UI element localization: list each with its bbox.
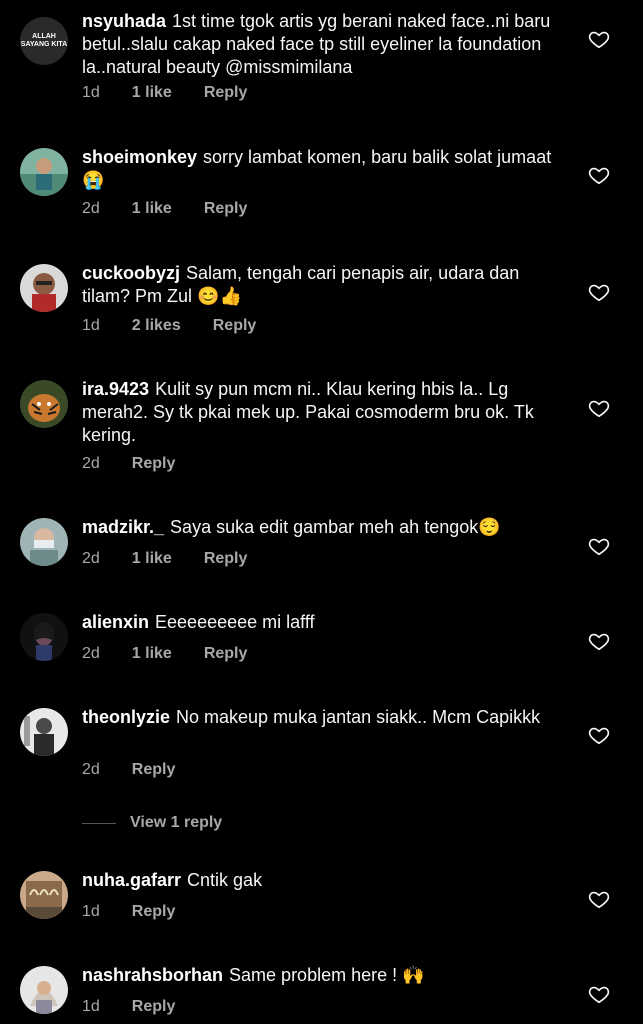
comment-body: nuha.gafarr Cntik gak (82, 869, 562, 892)
timestamp: 1d (82, 317, 100, 334)
like-count[interactable]: 1 like (132, 200, 172, 218)
reply-button[interactable]: Reply (132, 903, 176, 921)
comment-body: nashrahsborhan Same problem here ! 🙌 (82, 964, 562, 987)
reply-button[interactable]: Reply (132, 761, 176, 779)
timestamp: 1d (82, 903, 100, 920)
mention-link[interactable]: @missmimilana (225, 57, 352, 77)
like-count[interactable]: 1 like (132, 84, 172, 102)
comment-text: Cntik gak (187, 870, 263, 890)
avatar[interactable] (20, 380, 68, 428)
emoji: 😭 (82, 170, 105, 190)
username[interactable]: alienxin (82, 612, 149, 632)
avatar-text: ALLAH SAYANG KITA (20, 17, 68, 65)
divider (82, 822, 116, 824)
heart-icon[interactable] (588, 397, 610, 419)
timestamp: 2d (82, 761, 100, 778)
heart-icon[interactable] (588, 630, 610, 652)
emoji: 😌 (478, 517, 501, 537)
heart-icon[interactable] (588, 888, 610, 910)
avatar[interactable] (20, 708, 68, 756)
reply-button[interactable]: Reply (204, 645, 248, 663)
comment-meta: 2d Reply (82, 761, 207, 779)
username[interactable]: shoeimonkey (82, 147, 197, 167)
comment-meta: 2d 1 like Reply (82, 645, 279, 663)
view-replies-label: View 1 reply (130, 814, 223, 831)
comment-body: cuckoobyzj Salam, tengah cari penapis air… (82, 262, 562, 308)
comment-meta: 1d Reply (82, 998, 207, 1016)
comment-body: alienxin Eeeeeeeeee mi lafff (82, 611, 562, 634)
reply-button[interactable]: Reply (132, 455, 176, 473)
like-count[interactable]: 1 like (132, 550, 172, 568)
timestamp: 2d (82, 455, 100, 472)
username[interactable]: nsyuhada (82, 11, 166, 31)
comment-text: Kulit sy pun mcm ni.. Klau kering hbis l… (82, 379, 534, 445)
avatar[interactable] (20, 148, 68, 196)
avatar[interactable] (20, 613, 68, 661)
comment-body: madzikr._ Saya suka edit gambar meh ah te… (82, 516, 562, 539)
emoji: 😊👍 (197, 286, 242, 306)
timestamp: 2d (82, 200, 100, 217)
comment-body: shoeimonkey sorry lambat komen, baru bali… (82, 146, 562, 192)
comment-text: No makeup muka jantan siakk.. Mcm Capikk… (176, 707, 541, 727)
emoji: 🙌 (402, 965, 425, 985)
reply-button[interactable]: Reply (204, 550, 248, 568)
timestamp: 2d (82, 645, 100, 662)
avatar[interactable] (20, 518, 68, 566)
comment-text: Eeeeeeeeee mi lafff (155, 612, 315, 632)
avatar[interactable] (20, 966, 68, 1014)
heart-icon[interactable] (588, 28, 610, 50)
avatar[interactable]: ALLAH SAYANG KITA (20, 17, 68, 65)
like-count[interactable]: 1 like (132, 645, 172, 663)
comment-meta: 2d 1 like Reply (82, 550, 279, 568)
username[interactable]: madzikr._ (82, 517, 164, 537)
reply-button[interactable]: Reply (132, 998, 176, 1016)
reply-button[interactable]: Reply (204, 84, 248, 102)
comment-body: theonlyzie No makeup muka jantan siakk.. … (82, 706, 562, 729)
username[interactable]: nashrahsborhan (82, 965, 223, 985)
comment-meta: 2d Reply (82, 455, 207, 473)
username[interactable]: nuha.gafarr (82, 870, 181, 890)
username[interactable]: ira.9423 (82, 379, 149, 399)
like-count[interactable]: 2 likes (132, 317, 181, 335)
comment-meta: 1d Reply (82, 903, 207, 921)
timestamp: 1d (82, 84, 100, 101)
username[interactable]: theonlyzie (82, 707, 170, 727)
username[interactable]: cuckoobyzj (82, 263, 180, 283)
heart-icon[interactable] (588, 535, 610, 557)
view-replies-button[interactable]: View 1 reply (82, 814, 222, 832)
heart-icon[interactable] (588, 724, 610, 746)
avatar[interactable] (20, 871, 68, 919)
comment-text: Same problem here ! (229, 965, 403, 985)
heart-icon[interactable] (588, 983, 610, 1005)
reply-button[interactable]: Reply (213, 317, 257, 335)
comment-text: sorry lambat komen, baru balik solat jum… (203, 147, 552, 167)
comment-meta: 1d 2 likes Reply (82, 317, 288, 335)
comment-text: Saya suka edit gambar meh ah tengok (170, 517, 479, 537)
comment-body: ira.9423 Kulit sy pun mcm ni.. Klau kerin… (82, 378, 562, 447)
comment-meta: 2d 1 like Reply (82, 200, 279, 218)
comment-body: nsyuhada 1st time tgok artis yg berani na… (82, 10, 562, 79)
timestamp: 2d (82, 550, 100, 567)
heart-icon[interactable] (588, 281, 610, 303)
avatar[interactable] (20, 264, 68, 312)
comment-meta: 1d 1 like Reply (82, 84, 279, 102)
reply-button[interactable]: Reply (204, 200, 248, 218)
heart-icon[interactable] (588, 164, 610, 186)
timestamp: 1d (82, 998, 100, 1015)
